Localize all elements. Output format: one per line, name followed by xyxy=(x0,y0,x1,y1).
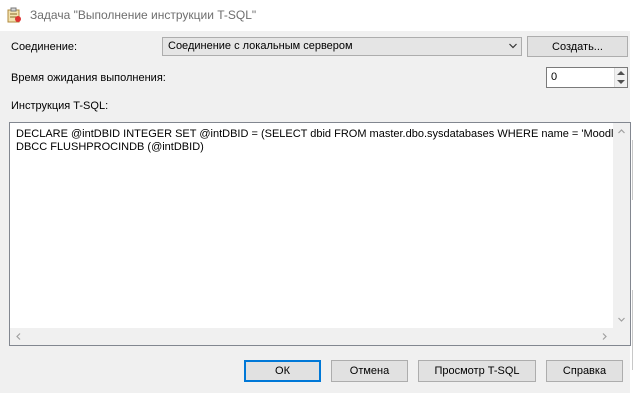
scroll-left-icon[interactable] xyxy=(15,333,22,340)
connection-selected-value: Соединение с локальным сервером xyxy=(168,40,353,52)
scroll-right-icon[interactable] xyxy=(601,333,608,340)
timeout-value: 0 xyxy=(551,71,558,83)
cancel-button[interactable]: Отмена xyxy=(331,360,408,382)
window-edge xyxy=(630,0,640,393)
scroll-down-icon[interactable] xyxy=(618,316,625,323)
spinner-buttons xyxy=(614,68,627,87)
vertical-scrollbar[interactable] xyxy=(613,123,630,328)
timeout-label: Время ожидания выполнения: xyxy=(11,72,166,84)
sql-editor[interactable]: DECLARE @intDBID INTEGER SET @intDBID = … xyxy=(9,122,631,346)
sql-line: DBCC FLUSHPROCINDB (@intDBID) xyxy=(16,141,204,153)
window-title: Задача "Выполнение инструкции T-SQL" xyxy=(30,8,257,22)
sql-line: DECLARE @intDBID INTEGER SET @intDBID = … xyxy=(16,128,626,140)
edge-line xyxy=(632,290,633,370)
help-button[interactable]: Справка xyxy=(546,360,623,382)
ok-button[interactable]: ОК xyxy=(244,360,321,382)
title-bar: Задача "Выполнение инструкции T-SQL" xyxy=(0,0,640,31)
task-icon xyxy=(7,7,21,23)
preview-tsql-button[interactable]: Просмотр T-SQL xyxy=(418,360,536,382)
timeout-spinner[interactable]: 0 xyxy=(546,67,628,88)
scroll-corner xyxy=(613,328,630,345)
chevron-down-icon xyxy=(509,43,517,49)
scroll-up-icon[interactable] xyxy=(618,128,625,135)
edge-line xyxy=(632,140,633,200)
connection-dropdown[interactable]: Соединение с локальным сервером xyxy=(162,37,522,56)
connection-label: Соединение: xyxy=(11,41,78,53)
spin-down-icon[interactable] xyxy=(617,79,625,85)
create-connection-button[interactable]: Создать... xyxy=(527,36,628,57)
spin-up-icon[interactable] xyxy=(617,70,625,76)
horizontal-scrollbar[interactable] xyxy=(10,328,613,345)
sql-label: Инструкция T-SQL: xyxy=(11,100,109,112)
